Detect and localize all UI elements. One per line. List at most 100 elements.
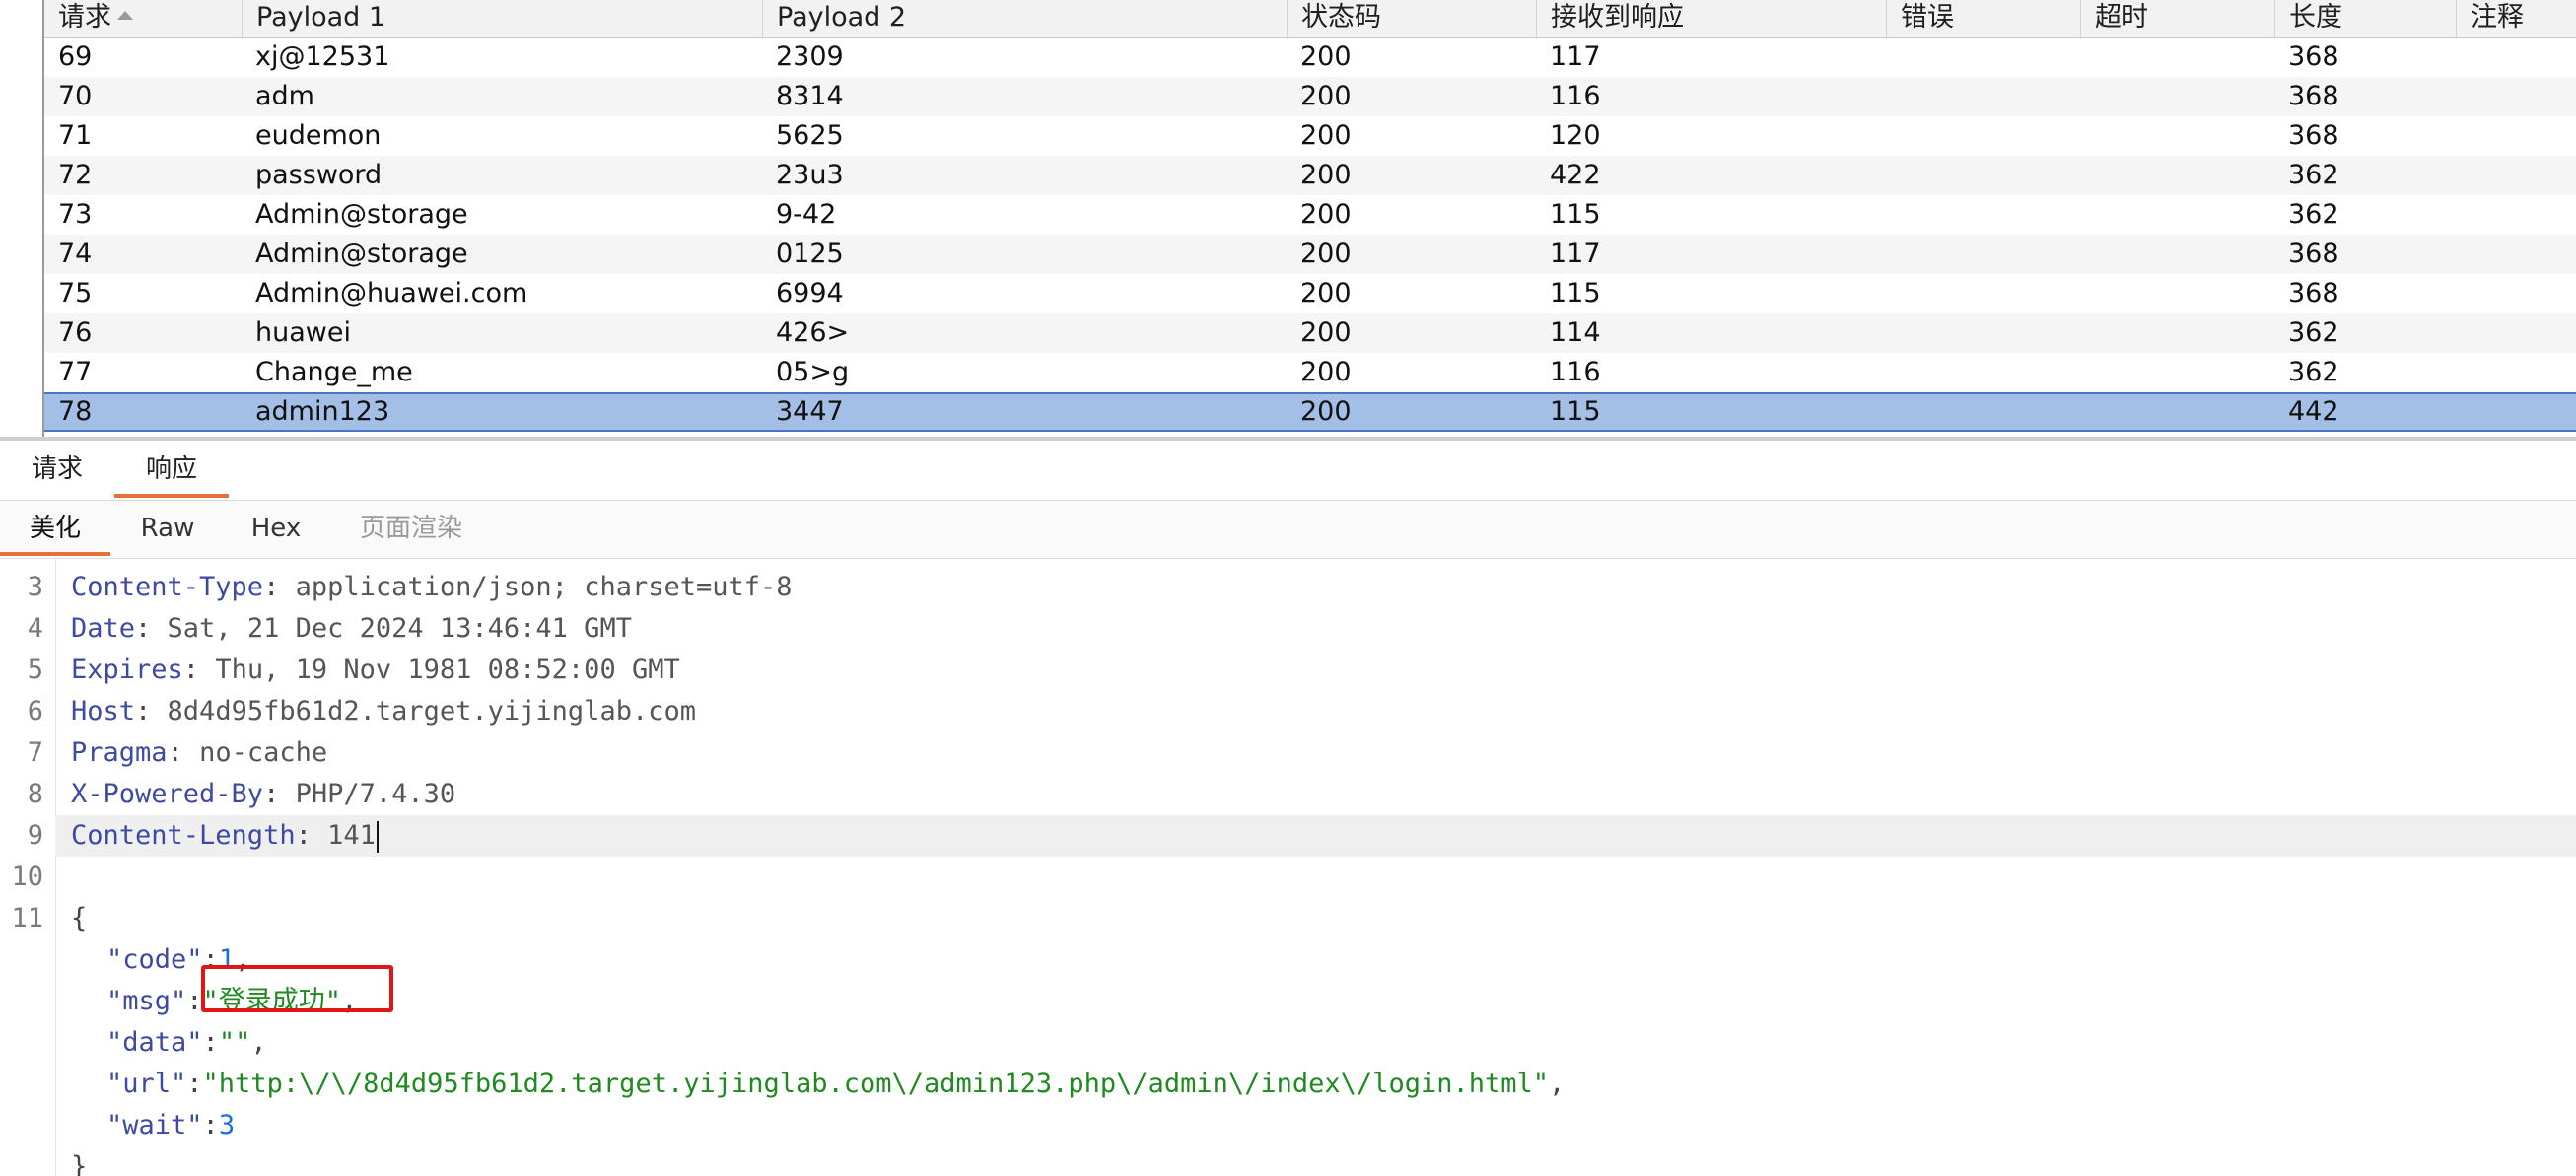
tab-hex[interactable]: Hex	[237, 501, 315, 556]
table-row[interactable]: 71 eudemon 5625 200 120 368	[44, 116, 2576, 156]
cell-error	[1886, 313, 1900, 353]
tab-render[interactable]: 页面渲染	[347, 501, 475, 556]
cell-length: 362	[2288, 357, 2339, 387]
cell-error	[1886, 156, 1900, 195]
cell-comment	[2456, 235, 2470, 274]
header-value: PHP/7.4.30	[295, 779, 456, 809]
json-key: "url"	[106, 1069, 187, 1099]
cell-request: 73	[58, 199, 93, 230]
code-line: "data":"",	[106, 1022, 267, 1064]
header-separator: :	[295, 820, 328, 851]
cell-timeout	[2080, 235, 2094, 274]
table-row[interactable]: 69 xj@12531 2309 200 117 368	[44, 37, 2576, 77]
json-colon: :	[186, 1069, 203, 1099]
tab-raw[interactable]: Raw	[126, 501, 209, 556]
column-header-comment[interactable]: 注释	[2456, 0, 2576, 37]
cell-payload-2: 23u3	[776, 160, 844, 190]
cell-payload-2: 05>g	[776, 357, 850, 387]
cell-request: 69	[58, 41, 93, 72]
cell-status: 200	[1300, 239, 1352, 269]
cell-comment	[2456, 37, 2470, 77]
table-row[interactable]: 78 admin123 3447 200 115 442	[44, 392, 2576, 432]
table-row[interactable]: 77 Change_me 05>g 200 116 362	[44, 353, 2576, 392]
cell-request: 70	[58, 81, 93, 111]
tab-request[interactable]: 请求	[18, 441, 97, 498]
cell-payload-2: 6994	[776, 278, 844, 309]
header-separator: :	[182, 655, 216, 685]
cell-status: 200	[1300, 357, 1352, 387]
header-name: Content-Type	[71, 572, 264, 602]
cell-error	[1886, 37, 1900, 77]
json-key: "code"	[106, 944, 203, 975]
cell-payload-1: huawei	[255, 317, 351, 348]
json-key: "msg"	[106, 986, 187, 1016]
code-line: Pragma: no-cache	[71, 732, 327, 774]
cell-timeout	[2080, 195, 2094, 235]
header-value: Thu, 19 Nov 1981 08:52:00 GMT	[215, 655, 680, 685]
cell-payload-2: 9-42	[776, 199, 837, 230]
cell-request: 76	[58, 317, 93, 348]
cell-timeout	[2080, 313, 2094, 353]
code-line: Content-Length: 141	[71, 815, 379, 857]
cell-timeout	[2080, 77, 2094, 116]
table-row[interactable]: 70 adm 8314 200 116 368	[44, 77, 2576, 116]
cell-comment	[2456, 195, 2470, 235]
cell-received: 114	[1550, 317, 1601, 348]
code-line: "url":"http:\/\/8d4d95fb61d2.target.yiji…	[106, 1064, 1565, 1105]
cell-received: 115	[1550, 396, 1601, 427]
cell-error	[1886, 394, 1900, 434]
line-number: 8	[27, 779, 43, 809]
header-name: X-Powered-By	[71, 779, 264, 809]
cell-timeout	[2080, 156, 2094, 195]
code-line: X-Powered-By: PHP/7.4.30	[71, 774, 455, 815]
text-cursor	[376, 820, 379, 853]
header-value: application/json; charset=utf-8	[295, 572, 793, 602]
tab-pretty[interactable]: 美化	[0, 501, 110, 556]
cell-payload-2: 426>	[776, 317, 850, 348]
response-viewer[interactable]: 3 4 5 6 7 8 9 10 11 Content-Type: application/js…	[0, 559, 2576, 1176]
table-row[interactable]: 73 Admin@storage 9-42 200 115 362	[44, 195, 2576, 235]
header-separator: :	[167, 737, 200, 768]
table-left-gutter	[0, 0, 44, 441]
column-header-payload-2[interactable]: Payload 2	[762, 0, 1287, 37]
cell-payload-2: 2309	[776, 41, 844, 72]
cell-payload-2: 0125	[776, 239, 844, 269]
request-response-tabs: 请求 响应	[0, 441, 2576, 501]
code-line: Content-Type: application/json; charset=…	[71, 567, 793, 608]
cell-timeout	[2080, 116, 2094, 156]
column-header-status[interactable]: 状态码	[1287, 0, 1536, 37]
table-row[interactable]: 72 password 23u3 200 422 362	[44, 156, 2576, 195]
cell-error	[1886, 116, 1900, 156]
header-separator: :	[263, 779, 296, 809]
cell-status: 200	[1300, 317, 1352, 348]
cell-status: 200	[1300, 199, 1352, 230]
sort-ascending-icon	[117, 11, 133, 20]
annotation-box	[201, 965, 393, 1012]
table-row[interactable]: 74 Admin@storage 0125 200 117 368	[44, 235, 2576, 274]
line-number: 10	[11, 862, 43, 892]
column-header-received[interactable]: 接收到响应	[1536, 0, 1886, 37]
line-number: 7	[27, 737, 43, 768]
cell-timeout	[2080, 37, 2094, 77]
cell-comment	[2456, 313, 2470, 353]
header-name: Content-Length	[71, 820, 296, 851]
json-comma: ,	[1549, 1069, 1566, 1099]
cell-length: 368	[2288, 81, 2339, 111]
table-row[interactable]: 75 Admin@huawei.com 6994 200 115 368	[44, 274, 2576, 313]
column-header-payload-1[interactable]: Payload 1	[242, 0, 762, 37]
column-header-timeout[interactable]: 超时	[2080, 0, 2274, 37]
column-header-length[interactable]: 长度	[2274, 0, 2456, 37]
tab-response[interactable]: 响应	[114, 441, 229, 498]
cell-received: 422	[1550, 160, 1601, 190]
code-line: Date: Sat, 21 Dec 2024 13:46:41 GMT	[71, 608, 632, 650]
column-header-error[interactable]: 错误	[1886, 0, 2080, 37]
column-header-request[interactable]: 请求	[44, 0, 242, 37]
json-key: "wait"	[106, 1110, 203, 1141]
code-line: "wait":3	[106, 1105, 235, 1146]
cell-status: 200	[1300, 278, 1352, 309]
cell-error	[1886, 235, 1900, 274]
table-row[interactable]: 76 huawei 426> 200 114 362	[44, 313, 2576, 353]
cell-comment	[2456, 353, 2470, 392]
cell-payload-2: 5625	[776, 120, 844, 151]
header-separator: :	[263, 572, 296, 602]
